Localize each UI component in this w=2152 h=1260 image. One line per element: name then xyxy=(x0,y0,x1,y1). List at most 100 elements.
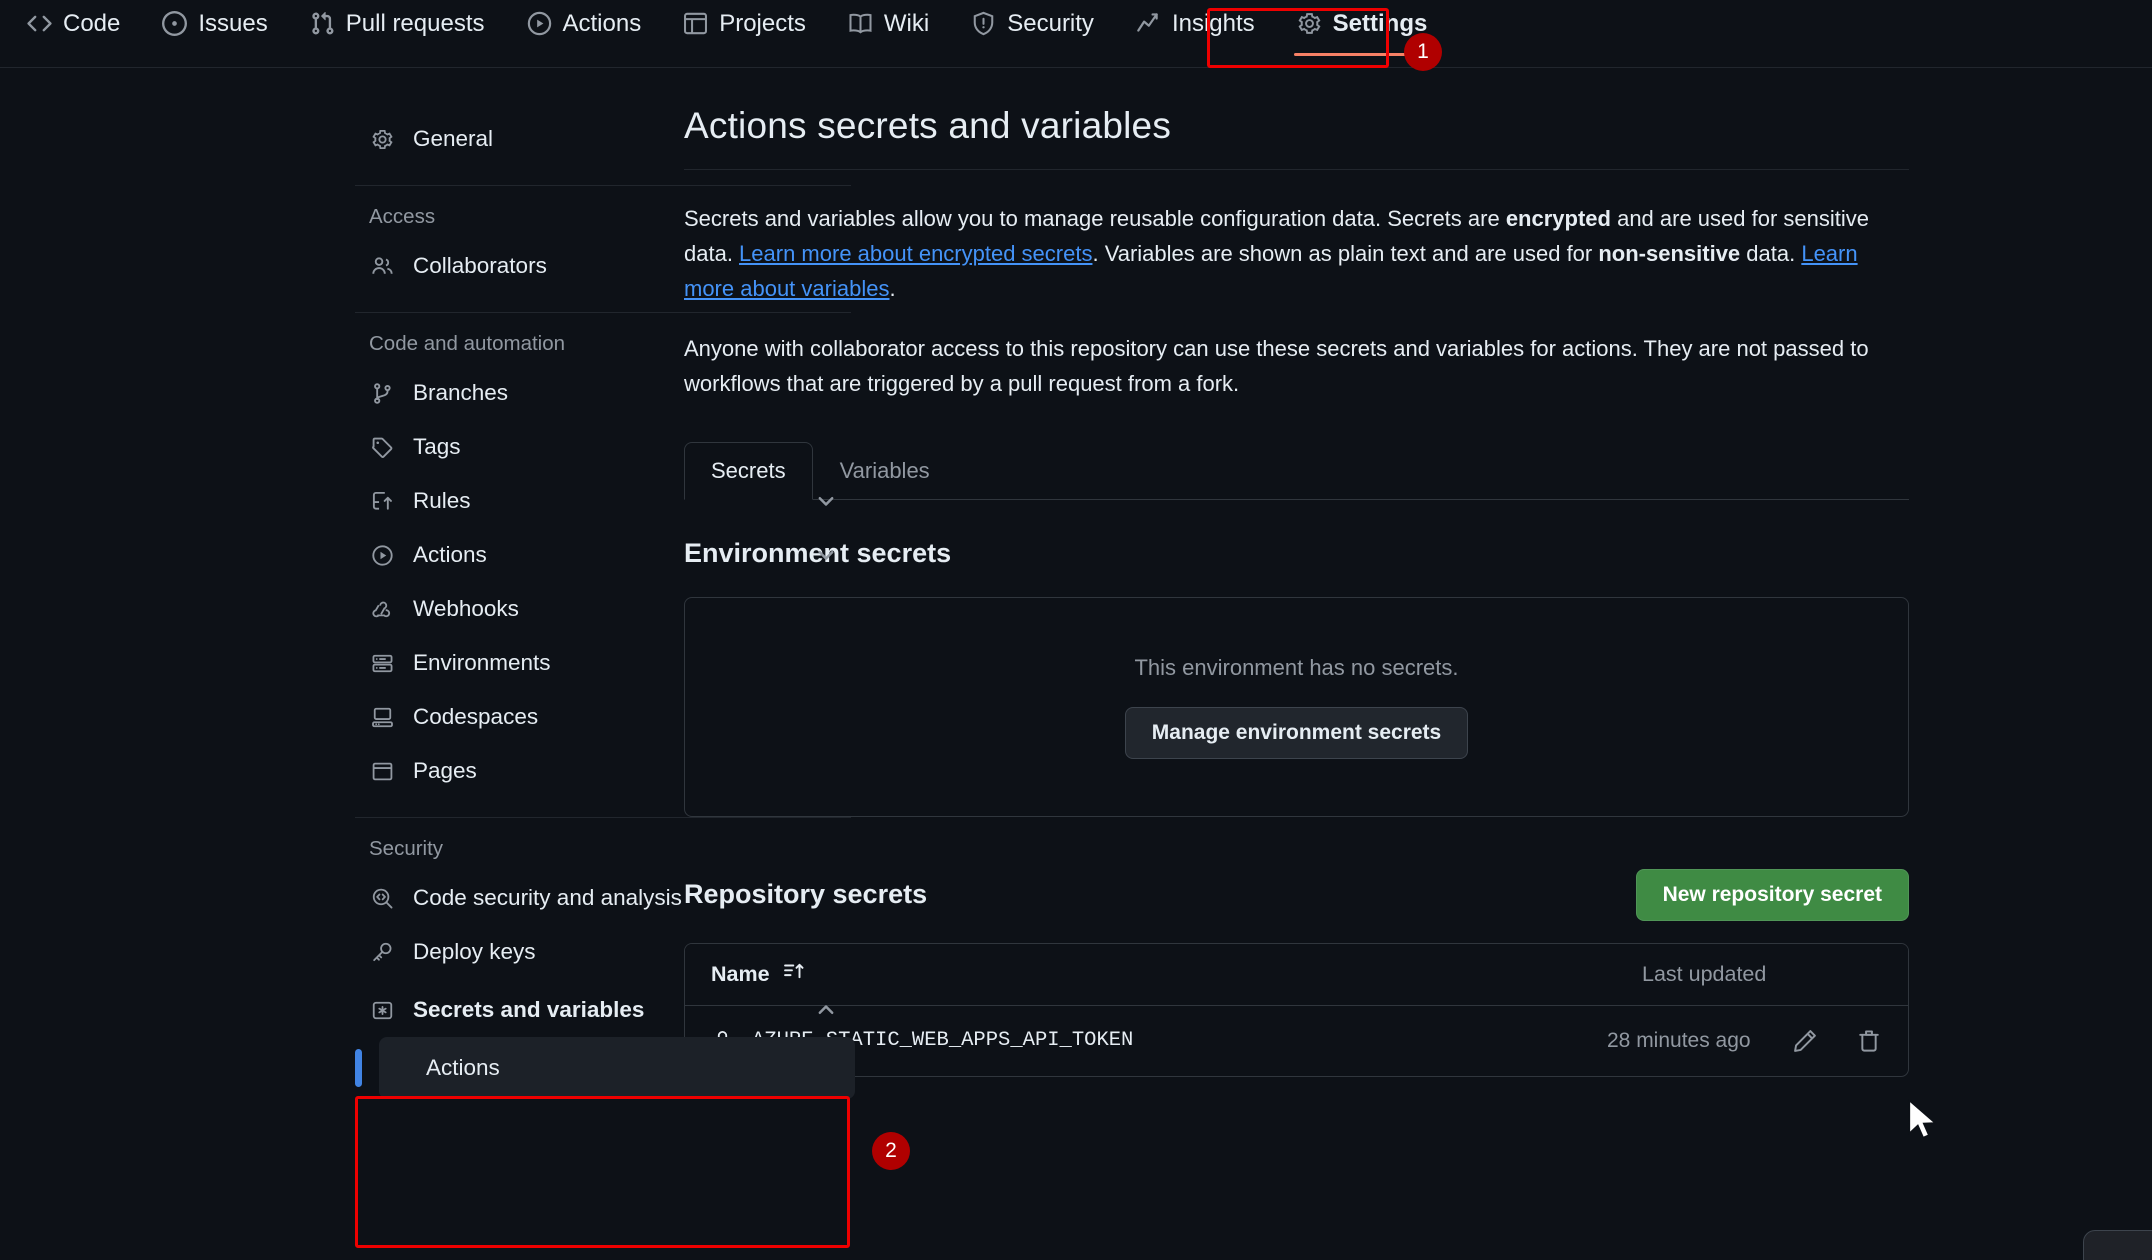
secrets-variables-tablist: Secrets Variables xyxy=(684,441,1909,500)
nav-tab-security[interactable]: Security xyxy=(950,0,1115,56)
code-search-icon xyxy=(369,887,395,910)
sidebar-item-deploy-keys[interactable]: Deploy keys xyxy=(355,925,855,979)
play-icon xyxy=(369,544,395,567)
sidebar-item-pages[interactable]: Pages xyxy=(355,744,855,798)
sidebar-item-actions-label: Actions xyxy=(413,542,487,567)
trash-icon[interactable] xyxy=(1856,1028,1882,1054)
sidebar-item-pages-label: Pages xyxy=(413,758,477,783)
sidebar-item-collaborators-label: Collaborators xyxy=(413,253,547,278)
sidebar-item-codespaces-label: Codespaces xyxy=(413,704,539,729)
tab-variables[interactable]: Variables xyxy=(813,442,957,500)
settings-sidebar: General Access Collaborators Code and au… xyxy=(0,68,855,1260)
code-icon xyxy=(27,11,52,36)
sidebar-item-actions[interactable]: Actions xyxy=(355,528,855,582)
sidebar-item-webhooks[interactable]: Webhooks xyxy=(355,582,855,636)
nav-tab-wiki[interactable]: Wiki xyxy=(827,0,950,56)
table-header-row: Name Last updated xyxy=(685,943,1908,1006)
description-paragraph-1: Secrets and variables allow you to manag… xyxy=(684,202,1909,306)
tag-icon xyxy=(369,436,395,459)
desc-bold-encrypted: encrypted xyxy=(1505,206,1611,231)
environment-secrets-heading: Environment secrets xyxy=(684,537,952,568)
pencil-icon[interactable] xyxy=(1792,1028,1818,1054)
nav-tab-projects-label: Projects xyxy=(719,9,806,37)
table-row[interactable]: AZURE_STATIC_WEB_APPS_API_TOKEN 28 minut… xyxy=(685,1006,1908,1076)
sidebar-item-secrets-and-variables[interactable]: Secrets and variables xyxy=(355,983,855,1037)
key-icon xyxy=(369,941,395,964)
nav-tab-security-label: Security xyxy=(1007,9,1094,37)
git-pull-request-icon xyxy=(310,11,335,36)
table-icon xyxy=(683,11,708,36)
bottom-right-partial-panel xyxy=(2083,1230,2152,1260)
rules-icon xyxy=(369,490,395,513)
secret-last-updated: 28 minutes ago xyxy=(1607,1028,1751,1052)
shield-icon xyxy=(971,11,996,36)
nav-tab-actions[interactable]: Actions xyxy=(506,0,663,56)
sidebar-item-codespaces[interactable]: Codespaces xyxy=(355,690,855,744)
page-title: Actions secrets and variables xyxy=(684,105,1909,170)
sidebar-divider xyxy=(355,185,851,186)
nav-tab-code-label: Code xyxy=(63,9,121,37)
nav-tab-issues[interactable]: Issues xyxy=(141,0,288,56)
sidebar-item-environments[interactable]: Environments xyxy=(355,636,855,690)
new-repository-secret-button[interactable]: New repository secret xyxy=(1635,868,1909,921)
key-asterisk-icon xyxy=(369,999,395,1022)
sidebar-group-security: Security xyxy=(369,837,444,860)
chevron-down-icon[interactable] xyxy=(815,544,841,566)
codespaces-icon xyxy=(369,706,395,729)
nav-tab-pull-requests-label: Pull requests xyxy=(345,9,485,37)
people-icon xyxy=(369,255,395,278)
sidebar-divider xyxy=(355,817,851,818)
description-paragraph-2: Anyone with collaborator access to this … xyxy=(684,336,1869,396)
git-branch-icon xyxy=(369,382,395,405)
sidebar-item-branches-label: Branches xyxy=(413,380,509,405)
sidebar-item-code-security[interactable]: Code security and analysis xyxy=(355,871,855,925)
row-action-buttons xyxy=(1792,1028,1882,1054)
server-icon xyxy=(369,652,395,675)
sidebar-item-code-security-label: Code security and analysis xyxy=(413,885,682,910)
desc-text-1f: data. xyxy=(1740,240,1802,266)
environment-secrets-empty-text: This environment has no secrets. xyxy=(1134,654,1459,680)
sidebar-item-branches[interactable]: Branches xyxy=(355,366,855,420)
nav-tab-actions-label: Actions xyxy=(562,9,642,37)
browser-icon xyxy=(369,760,395,783)
chevron-up-icon[interactable] xyxy=(815,999,841,1021)
tab-variables-label: Variables xyxy=(839,457,930,483)
gear-icon xyxy=(1297,11,1322,36)
tab-secrets-label: Secrets xyxy=(711,457,786,483)
repository-secrets-header: Repository secrets New repository secret xyxy=(684,868,1909,921)
nav-tab-insights-label: Insights xyxy=(1171,9,1255,37)
column-header-last-updated: Last updated xyxy=(1642,961,1767,986)
sidebar-item-secrets-and-variables-label: Secrets and variables xyxy=(413,997,645,1022)
play-icon xyxy=(527,11,552,36)
sidebar-item-environments-label: Environments xyxy=(413,650,551,675)
webhook-icon xyxy=(369,598,395,621)
sidebar-item-collaborators[interactable]: Collaborators xyxy=(355,239,855,293)
nav-tab-issues-label: Issues xyxy=(198,9,268,37)
sidebar-group-secrets-and-variables: Secrets and variables Actions xyxy=(355,979,855,1099)
tab-secrets[interactable]: Secrets xyxy=(684,441,813,500)
nav-tab-wiki-label: Wiki xyxy=(883,9,930,37)
annotation-badge-1: 1 xyxy=(1404,33,1442,71)
desc-text-1d: . Variables are shown as plain text and … xyxy=(1092,240,1599,266)
sidebar-subitem-secrets-actions[interactable]: Actions xyxy=(355,1037,855,1099)
gear-icon xyxy=(369,128,395,151)
environment-secrets-empty-panel: This environment has no secrets. Manage … xyxy=(684,596,1909,817)
sidebar-item-general[interactable]: General xyxy=(355,112,855,166)
nav-tab-projects[interactable]: Projects xyxy=(662,0,827,56)
nav-tab-pull-requests[interactable]: Pull requests xyxy=(289,0,506,56)
issue-opened-icon xyxy=(162,11,188,36)
desc-text-1g: . xyxy=(889,275,896,301)
manage-environment-secrets-button[interactable]: Manage environment secrets xyxy=(1124,706,1469,759)
nav-tab-insights[interactable]: Insights xyxy=(1115,0,1276,56)
sidebar-subitem-secrets-actions-label: Actions xyxy=(426,1055,500,1080)
sidebar-item-general-label: General xyxy=(413,126,494,151)
nav-tab-code[interactable]: Code xyxy=(6,0,141,56)
settings-page: General Access Collaborators Code and au… xyxy=(0,68,2152,1260)
sidebar-group-code-automation: Code and automation xyxy=(369,332,566,355)
repo-top-navigation: Code Issues Pull requests Actions Projec… xyxy=(0,0,2152,68)
mouse-cursor xyxy=(1906,1098,1940,1149)
nav-tab-settings-label: Settings xyxy=(1332,9,1428,37)
desc-bold-non-sensitive: non-sensitive xyxy=(1598,240,1741,266)
book-icon xyxy=(848,11,873,36)
sidebar-divider xyxy=(355,312,851,313)
